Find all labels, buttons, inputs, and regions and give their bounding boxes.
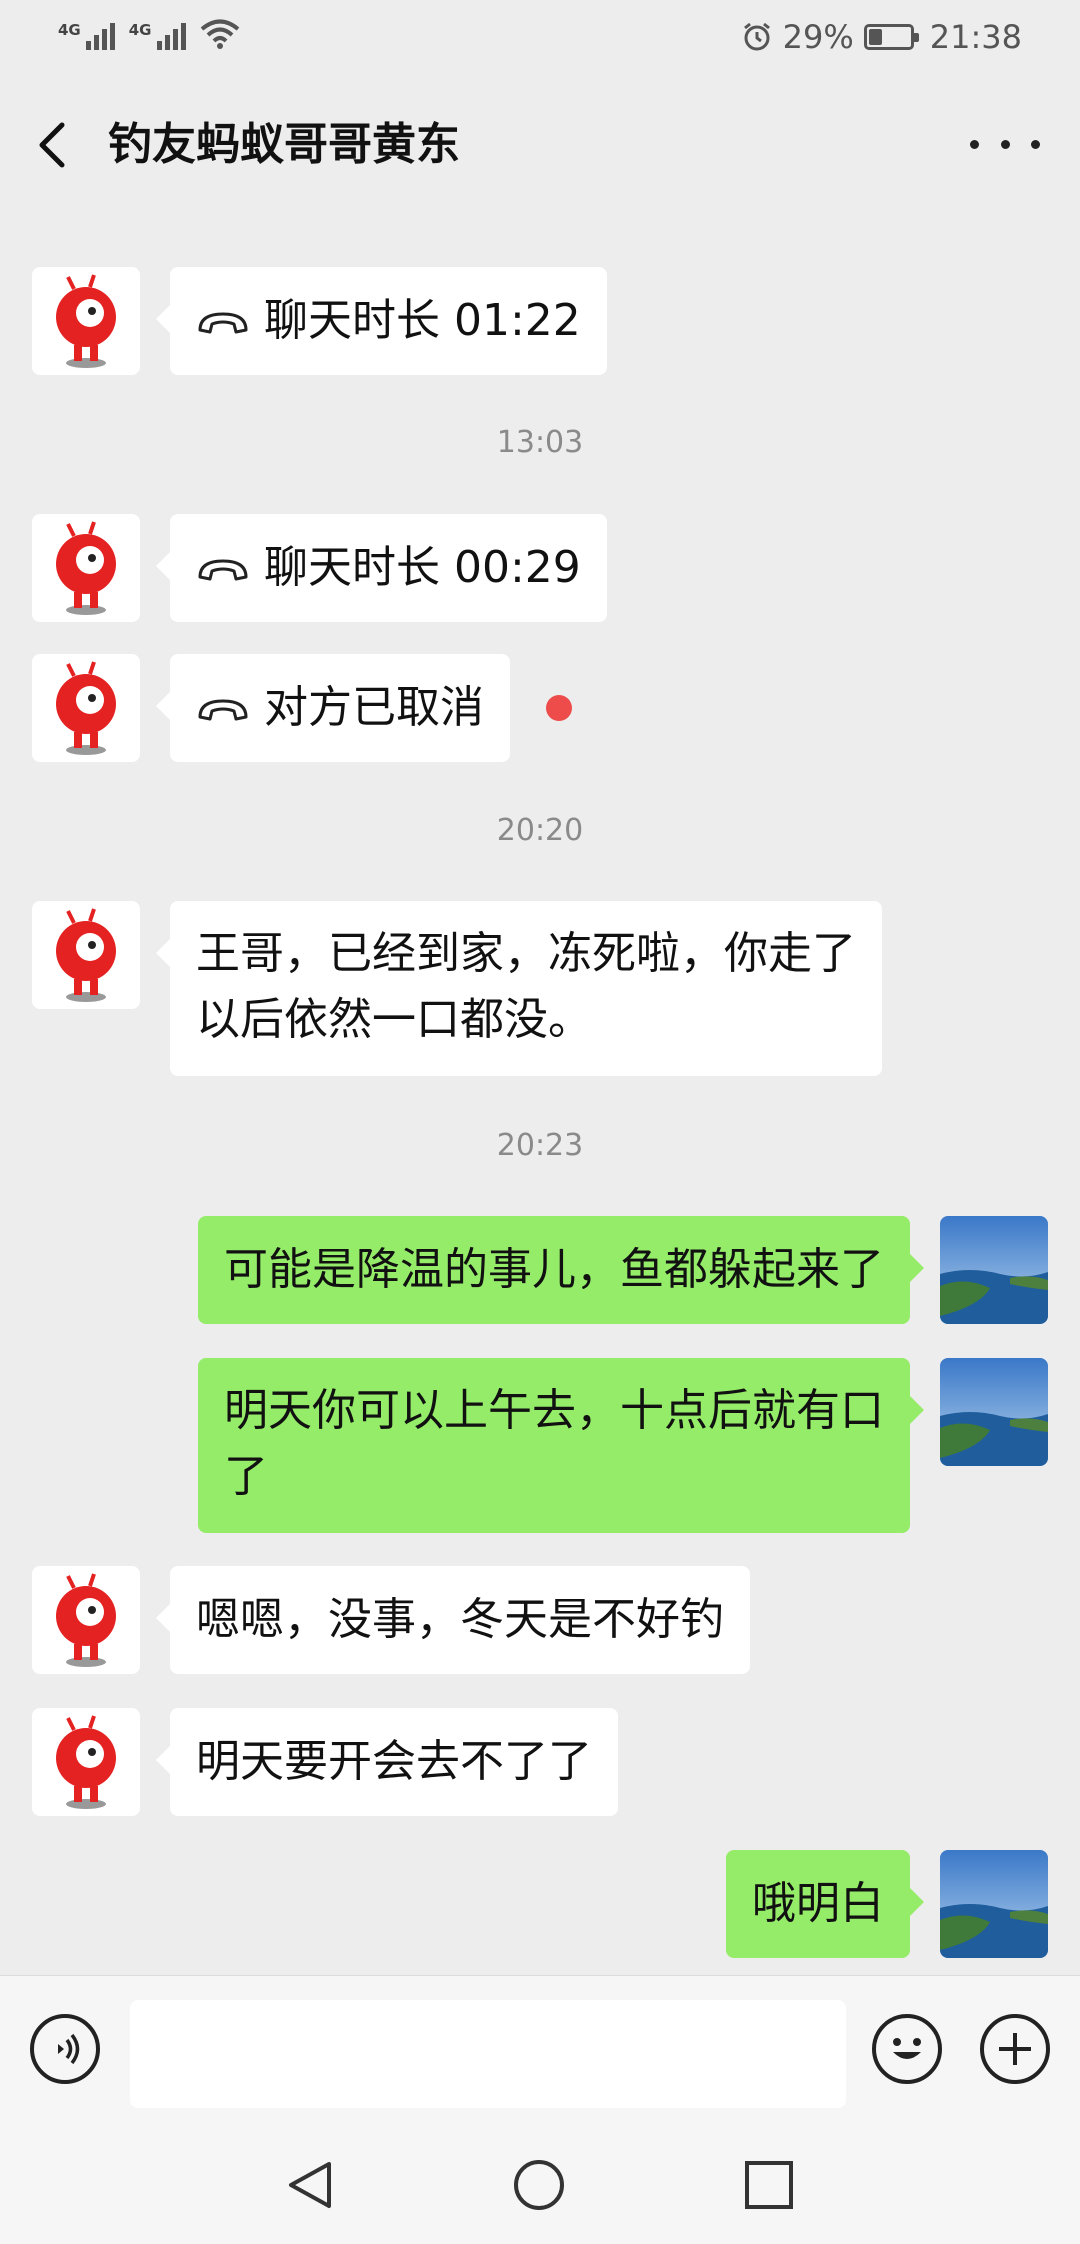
nav-back-icon[interactable] — [283, 2158, 337, 2212]
call-duration-text: 聊天时长 00:29 — [264, 542, 581, 593]
system-nav-bar — [0, 2125, 1080, 2244]
status-bar: 4G 4G 29% 21:38 — [0, 0, 1080, 80]
call-duration-text: 聊天时长 01:22 — [264, 295, 581, 346]
contact-avatar[interactable] — [32, 514, 140, 622]
my-avatar[interactable] — [940, 1358, 1048, 1466]
timestamp: 13:03 — [496, 425, 584, 460]
contact-avatar[interactable] — [32, 1708, 140, 1816]
text-message-bubble[interactable]: 王哥，已经到家，冻死啦，你走了 以后依然一口都没。 — [156, 901, 882, 1076]
call-record-bubble[interactable]: 聊天时长 01:22 — [156, 267, 607, 375]
contact-avatar[interactable] — [32, 1566, 140, 1674]
back-arrow-icon[interactable] — [30, 115, 80, 175]
contact-avatar[interactable] — [32, 267, 140, 375]
phone-icon — [198, 559, 248, 581]
nav-home-icon[interactable] — [512, 2158, 566, 2212]
call-status-text: 对方已取消 — [264, 682, 484, 733]
battery-icon — [863, 24, 919, 50]
message-text: 嗯嗯，没事，冬天是不好钓 — [196, 1594, 724, 1645]
message-text-line: 了 — [224, 1451, 268, 1502]
my-avatar[interactable] — [940, 1216, 1048, 1324]
timestamp: 20:20 — [496, 813, 584, 848]
plus-icon[interactable] — [980, 2014, 1050, 2084]
voice-icon[interactable] — [30, 2014, 100, 2084]
text-message-bubble[interactable]: 明天你可以上午去，十点后就有口 了 — [198, 1358, 924, 1533]
signal-type-label: 4G — [58, 21, 81, 39]
clock: 21:38 — [929, 18, 1022, 56]
more-icon[interactable] — [970, 124, 1040, 164]
message-text: 可能是降温的事儿，鱼都躲起来了 — [224, 1244, 884, 1295]
cellular-signal-1-icon: 4G — [58, 23, 115, 50]
text-message-bubble[interactable]: 明天要开会去不了了 — [156, 1708, 618, 1816]
text-message-bubble[interactable]: 哦明白 — [726, 1850, 924, 1958]
nav-recents-icon[interactable] — [742, 2158, 796, 2212]
call-record-bubble[interactable]: 聊天时长 00:29 — [156, 514, 607, 622]
wifi-icon — [200, 19, 239, 49]
text-message-bubble[interactable]: 嗯嗯，没事，冬天是不好钓 — [156, 1566, 750, 1674]
chat-title: 钓友蚂蚁哥哥黄东 — [108, 119, 460, 170]
message-text: 明天要开会去不了了 — [196, 1736, 592, 1787]
phone-icon — [198, 312, 248, 334]
message-text-line: 明天你可以上午去，十点后就有口 — [224, 1385, 884, 1436]
call-record-bubble[interactable]: 对方已取消 — [156, 654, 510, 762]
phone-icon — [198, 699, 248, 721]
input-toolbar — [0, 1975, 1080, 2126]
unread-dot — [546, 695, 572, 721]
chat-header: 钓友蚂蚁哥哥黄东 — [0, 80, 1080, 210]
contact-avatar[interactable] — [32, 654, 140, 762]
message-text: 哦明白 — [752, 1878, 884, 1929]
battery-percent: 29% — [782, 18, 854, 56]
text-message-bubble[interactable]: 可能是降温的事儿，鱼都躲起来了 — [198, 1216, 924, 1324]
timestamp: 20:23 — [496, 1128, 584, 1163]
message-list[interactable]: 聊天时长 01:22 13:03 聊天时长 00:29 对方已取消 20:20 … — [0, 210, 1080, 1975]
emoji-icon[interactable] — [872, 2014, 942, 2084]
message-text-line: 以后依然一口都没。 — [196, 994, 592, 1045]
contact-avatar[interactable] — [32, 901, 140, 1009]
message-input[interactable] — [130, 2000, 846, 2108]
message-text-line: 王哥，已经到家，冻死啦，你走了 — [196, 928, 856, 979]
my-avatar[interactable] — [940, 1850, 1048, 1958]
signal-type-label: 4G — [128, 21, 152, 39]
alarm-icon — [743, 22, 770, 51]
cellular-signal-2-icon: 4G — [129, 23, 186, 50]
